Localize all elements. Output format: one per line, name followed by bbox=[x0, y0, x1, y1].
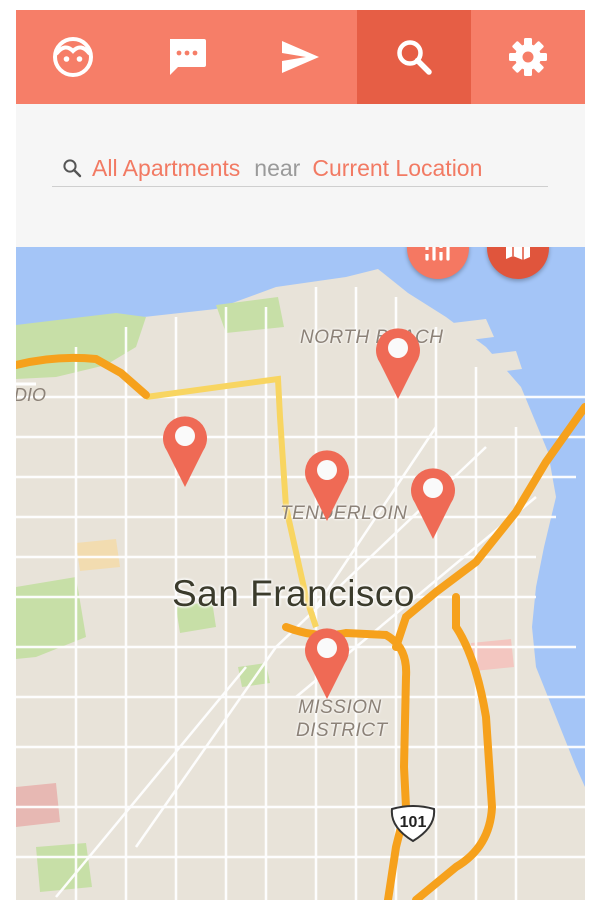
app-screen: All Apartments near Current Location DIO… bbox=[16, 10, 585, 900]
nav-search-button[interactable] bbox=[357, 10, 472, 104]
map-view[interactable]: DIO NORTH BEACH TENDERLOIN MISSION DISTR… bbox=[16, 247, 585, 900]
search-location-link[interactable]: Current Location bbox=[312, 153, 482, 183]
city-label: San Francisco bbox=[172, 573, 415, 614]
filter-sliders-icon bbox=[424, 247, 450, 261]
highway-101-shield: 101 bbox=[388, 805, 438, 843]
nav-profile-button[interactable] bbox=[16, 10, 130, 104]
top-nav-bar bbox=[16, 10, 585, 104]
map-pin-western-addition[interactable] bbox=[158, 409, 212, 489]
nav-settings-button[interactable] bbox=[471, 10, 585, 104]
search-connector-text: near bbox=[254, 155, 301, 181]
search-area: All Apartments near Current Location bbox=[16, 104, 585, 247]
map-pin-mission[interactable] bbox=[300, 621, 354, 701]
search-field[interactable]: All Apartments near Current Location bbox=[52, 150, 548, 187]
search-icon bbox=[397, 40, 433, 75]
search-icon bbox=[62, 158, 82, 178]
map-edge-label: DIO bbox=[16, 385, 47, 405]
chat-bubble-icon bbox=[169, 39, 206, 75]
map-pin-north-beach[interactable] bbox=[371, 321, 425, 401]
face-icon bbox=[52, 37, 93, 77]
nav-send-button[interactable] bbox=[244, 10, 358, 104]
neighborhood-label-district: DISTRICT bbox=[296, 720, 388, 741]
map-pin-tenderloin[interactable] bbox=[300, 443, 354, 523]
gear-icon bbox=[509, 38, 548, 76]
map-pin-soma[interactable] bbox=[406, 461, 460, 541]
send-icon bbox=[282, 41, 320, 73]
search-category-link[interactable]: All Apartments bbox=[92, 153, 240, 183]
map-icon bbox=[506, 247, 530, 260]
nav-messages-button[interactable] bbox=[130, 10, 244, 104]
